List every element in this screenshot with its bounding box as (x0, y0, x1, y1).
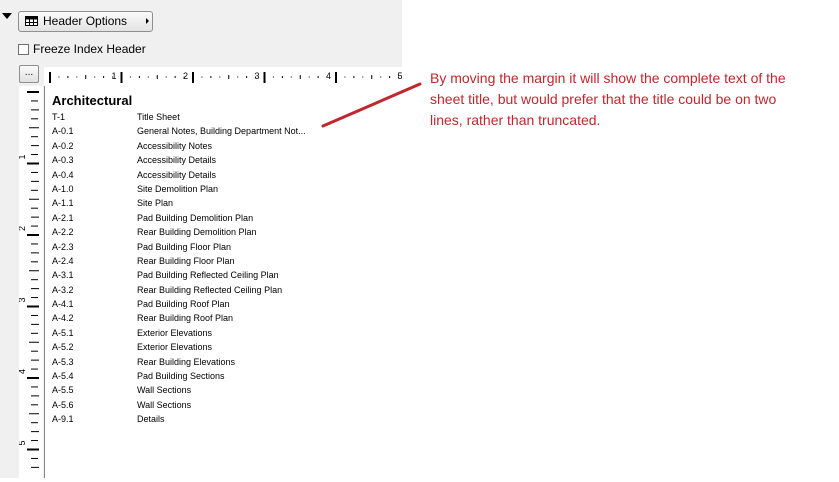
annotation-note: By moving the margin it will show the co… (430, 70, 786, 128)
